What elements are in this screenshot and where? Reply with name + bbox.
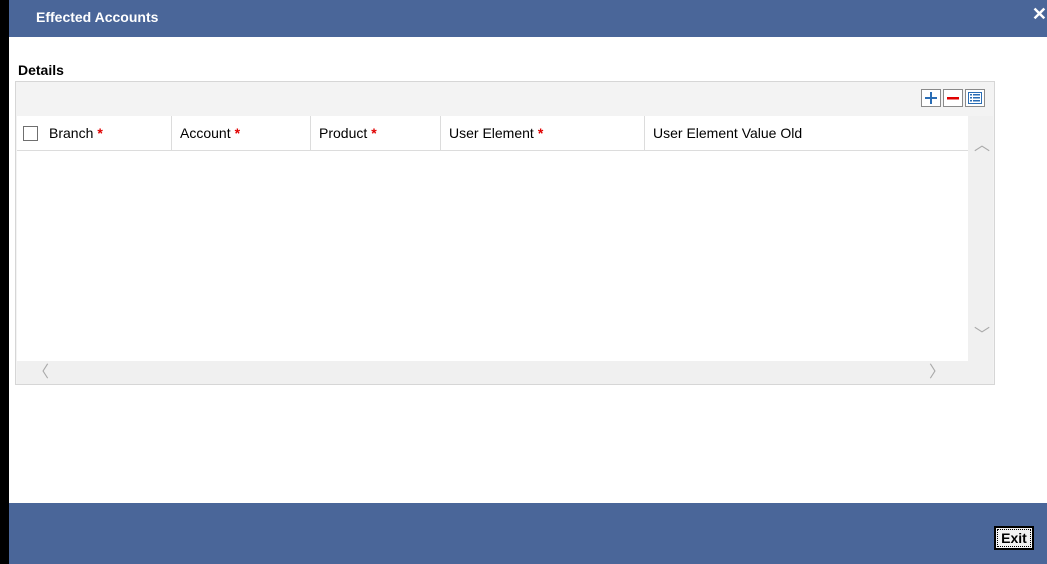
- single-view-button[interactable]: [965, 89, 985, 107]
- details-grid: Branch * Account * Product * User Element * …: [17, 116, 993, 384]
- list-view-icon: [968, 92, 982, 104]
- scroll-right-icon[interactable]: 〉: [929, 365, 945, 381]
- select-all-cell: [17, 116, 49, 150]
- scroll-down-icon[interactable]: ﹀: [974, 328, 990, 344]
- column-header-branch[interactable]: Branch *: [49, 116, 172, 150]
- exit-button[interactable]: Exit: [994, 526, 1034, 550]
- vertical-scrollbar[interactable]: ︿ ﹀: [968, 116, 993, 361]
- footer-bar: Exit: [9, 503, 1047, 564]
- minus-icon: [947, 97, 959, 100]
- required-marker: *: [371, 125, 377, 141]
- column-label: Branch: [49, 125, 94, 141]
- scroll-up-icon[interactable]: ︿: [974, 138, 990, 154]
- required-marker: *: [537, 125, 544, 141]
- column-label: Product: [319, 125, 368, 141]
- add-row-button[interactable]: [921, 89, 941, 107]
- column-header-account[interactable]: Account *: [172, 116, 311, 150]
- scroll-left-icon[interactable]: 〈: [33, 365, 49, 381]
- column-header-product[interactable]: Product *: [311, 116, 441, 150]
- column-header-user-element-value-old[interactable]: User Element Value Old: [645, 116, 968, 150]
- column-header-user-element[interactable]: User Element *: [441, 116, 645, 150]
- details-section-label: Details: [18, 62, 64, 78]
- close-icon[interactable]: ✕: [1032, 4, 1047, 24]
- window-border: [0, 0, 9, 564]
- effected-accounts-window: Effected Accounts ✕ Details Branch * Acc…: [0, 0, 1047, 564]
- grid-header-row: Branch * Account * Product * User Element * …: [17, 116, 968, 151]
- column-label: Account: [180, 125, 231, 141]
- title-bar: Effected Accounts ✕: [9, 0, 1047, 37]
- details-grid-panel: Branch * Account * Product * User Element * …: [15, 81, 995, 385]
- column-label: User Element: [449, 125, 534, 141]
- required-marker: *: [234, 125, 241, 141]
- select-all-checkbox[interactable]: [23, 125, 38, 141]
- required-marker: *: [97, 125, 103, 141]
- column-label: User Element Value Old: [653, 125, 803, 141]
- delete-row-button[interactable]: [943, 89, 963, 107]
- plus-icon: [925, 92, 937, 104]
- grid-toolbar: [921, 89, 985, 107]
- window-title: Effected Accounts: [36, 9, 159, 25]
- horizontal-scrollbar[interactable]: 〈 〉: [17, 361, 993, 384]
